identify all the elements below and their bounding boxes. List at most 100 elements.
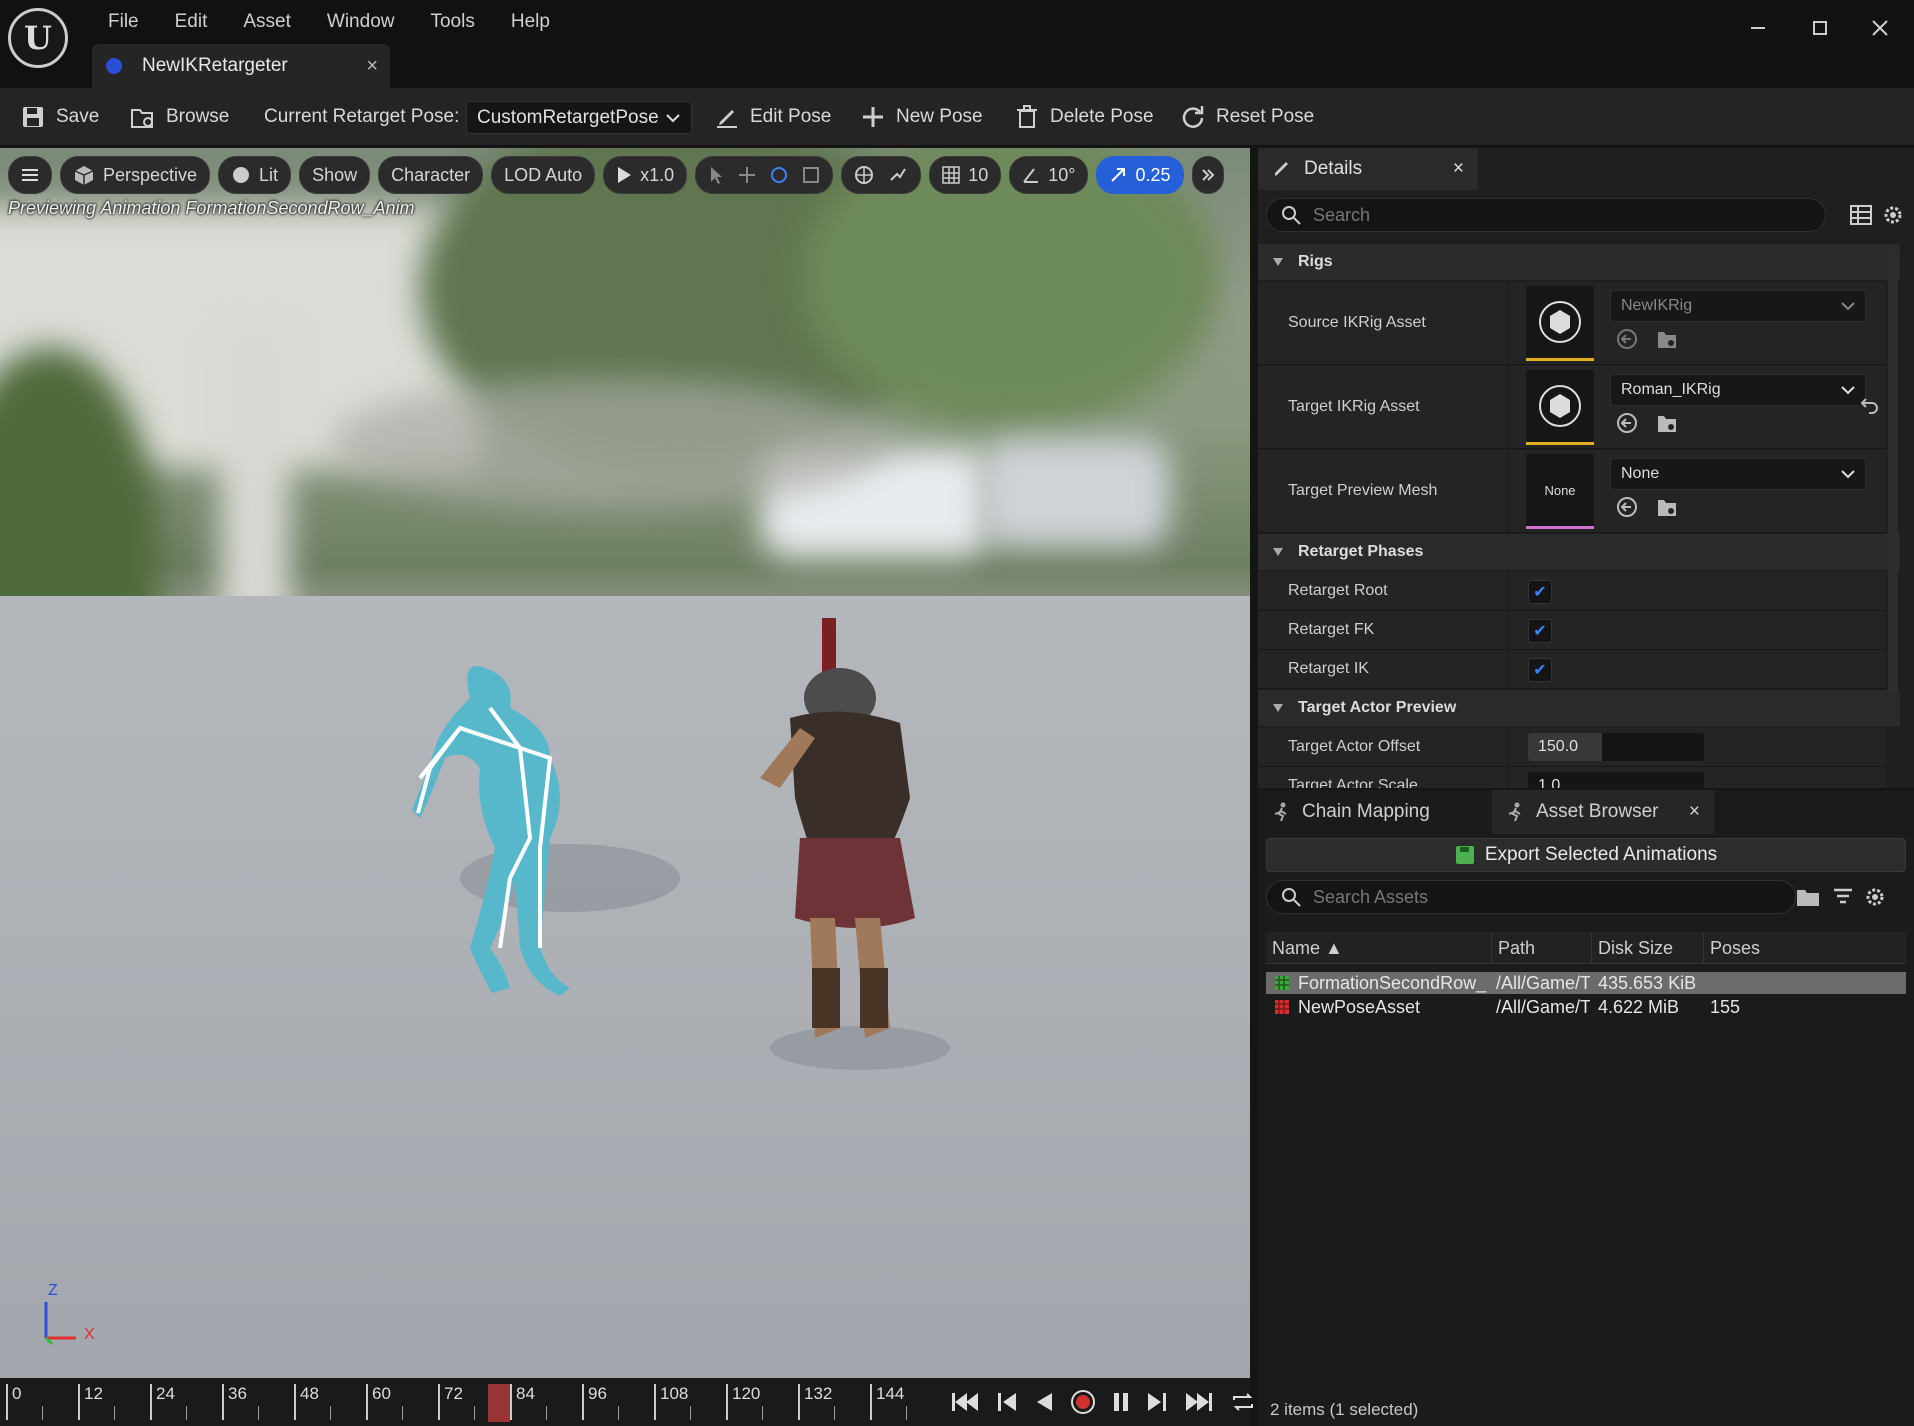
column-poses[interactable]: Poses: [1704, 932, 1814, 964]
target-actor-scale-field[interactable]: 1.0: [1528, 772, 1704, 788]
reset-pose-button[interactable]: Reset Pose: [1180, 88, 1314, 146]
gear-icon[interactable]: [1864, 886, 1886, 908]
tab-asset-browser[interactable]: Asset Browser ×: [1492, 790, 1714, 834]
filter-icon[interactable]: [1832, 886, 1854, 908]
menu-asset[interactable]: Asset: [225, 0, 309, 44]
viewport-options-button[interactable]: [8, 156, 52, 194]
lit-button[interactable]: Lit: [218, 156, 292, 194]
character-label: Character: [391, 164, 471, 185]
save-button[interactable]: Save: [20, 88, 99, 146]
table-row[interactable]: NewPoseAsset /All/Game/Tu 4.622 MiB 155: [1266, 996, 1906, 1018]
character-button[interactable]: Character: [378, 156, 484, 194]
menu-help[interactable]: Help: [493, 0, 568, 44]
more-tools-button[interactable]: [1191, 156, 1224, 194]
skip-to-start-icon[interactable]: [950, 1390, 980, 1414]
lod-button[interactable]: LOD Auto: [491, 156, 596, 194]
tab-chain-mapping[interactable]: Chain Mapping: [1258, 790, 1490, 834]
close-asset-browser-icon[interactable]: ×: [1689, 801, 1700, 823]
details-search-input[interactable]: Search: [1266, 198, 1826, 232]
folder-icon[interactable]: [1796, 886, 1820, 908]
menu-window[interactable]: Window: [309, 0, 413, 44]
table-view-icon[interactable]: [1850, 204, 1872, 226]
close-details-icon[interactable]: ×: [1453, 158, 1464, 180]
retarget-root-checkbox[interactable]: ✔: [1528, 580, 1552, 604]
browse-button[interactable]: Browse: [130, 88, 229, 146]
details-search-placeholder: Search: [1313, 204, 1371, 225]
export-selected-animations-button[interactable]: Export Selected Animations: [1266, 838, 1906, 872]
use-selected-arrow-icon[interactable]: [1616, 412, 1638, 434]
target-ikrig-dropdown[interactable]: Roman_IKRig: [1610, 374, 1866, 406]
current-pose-dropdown[interactable]: CustomRetargetPose: [466, 101, 692, 134]
menu-file[interactable]: File: [90, 0, 157, 44]
source-ikrig-dropdown[interactable]: NewIKRig: [1610, 290, 1866, 322]
details-tab[interactable]: Details ×: [1258, 148, 1478, 190]
use-selected-arrow-icon[interactable]: [1616, 328, 1638, 350]
asset-count-status: 2 items (1 selected): [1270, 1400, 1419, 1419]
target-ikrig-thumbnail[interactable]: [1526, 370, 1594, 445]
gear-icon[interactable]: [1882, 204, 1904, 226]
details-scrollbar[interactable]: [1888, 248, 1898, 694]
play-reverse-icon[interactable]: [1034, 1390, 1054, 1414]
document-tab[interactable]: NewIKRetargeter ×: [92, 44, 390, 88]
play-rate-button[interactable]: x1.0: [603, 156, 688, 194]
close-tab-icon[interactable]: ×: [366, 55, 378, 78]
retarget-ik-checkbox[interactable]: ✔: [1528, 658, 1552, 682]
timeline-minor-tick: [546, 1406, 547, 1420]
target-actor-offset-field[interactable]: 150.0: [1528, 733, 1704, 761]
timeline-ruler[interactable]: 0 12 24 36 48 60 72 84 96 108 120 132 144: [6, 1378, 926, 1426]
loop-icon[interactable]: [1230, 1390, 1256, 1414]
source-ikrig-row: Source IKRig Asset NewIKRig: [1258, 282, 1886, 365]
step-back-icon[interactable]: [996, 1390, 1018, 1414]
world-space-icon[interactable]: [854, 165, 874, 185]
select-arrow-icon[interactable]: [708, 166, 724, 184]
timeline-bar[interactable]: 0 12 24 36 48 60 72 84 96 108 120 132 144: [0, 1378, 1253, 1426]
browse-asset-icon[interactable]: [1656, 412, 1678, 434]
retarget-fk-checkbox[interactable]: ✔: [1528, 619, 1552, 643]
maximize-icon[interactable]: [1790, 6, 1850, 50]
column-path[interactable]: Path: [1492, 932, 1592, 964]
edit-pose-button[interactable]: Edit Pose: [714, 88, 831, 146]
skip-to-end-icon[interactable]: [1184, 1390, 1214, 1414]
record-icon[interactable]: [1070, 1389, 1096, 1415]
delete-pose-button[interactable]: Delete Pose: [1014, 88, 1154, 146]
rotation-snap-button[interactable]: 10°: [1009, 156, 1089, 194]
step-forward-icon[interactable]: [1146, 1390, 1168, 1414]
playhead[interactable]: [488, 1384, 510, 1422]
unreal-logo-icon[interactable]: U: [8, 8, 68, 68]
pause-icon[interactable]: [1112, 1390, 1130, 1414]
asset-name: FormationSecondRow_: [1298, 973, 1487, 993]
minimize-icon[interactable]: [1728, 6, 1788, 50]
column-disk-size[interactable]: Disk Size: [1592, 932, 1704, 964]
scale-snap-button[interactable]: 0.25: [1096, 156, 1184, 194]
table-row[interactable]: FormationSecondRow_ /All/Game/Tu 435.653…: [1266, 972, 1906, 994]
source-ikrig-thumbnail[interactable]: [1526, 286, 1594, 361]
retarget-phases-title: Retarget Phases: [1298, 543, 1424, 560]
target-preview-mesh-dropdown[interactable]: None: [1610, 458, 1866, 490]
target-actor-preview-section-header[interactable]: Target Actor Preview: [1258, 690, 1900, 726]
rigs-section-header[interactable]: Rigs: [1258, 244, 1900, 280]
show-button[interactable]: Show: [299, 156, 371, 194]
search-assets-input[interactable]: Search Assets: [1266, 880, 1796, 914]
translate-icon[interactable]: [738, 166, 756, 184]
scale-snap-value: 0.25: [1135, 164, 1171, 185]
browse-asset-icon[interactable]: [1656, 496, 1678, 518]
close-window-icon[interactable]: [1850, 6, 1910, 50]
timeline-tick-label: 84: [510, 1384, 535, 1420]
menu-tools[interactable]: Tools: [412, 0, 492, 44]
scale-icon[interactable]: [802, 166, 820, 184]
perspective-button[interactable]: Perspective: [60, 156, 211, 194]
timeline-minor-tick: [186, 1406, 187, 1420]
target-preview-mesh-thumbnail[interactable]: None: [1526, 454, 1594, 529]
menu-edit[interactable]: Edit: [157, 0, 226, 44]
browse-asset-icon[interactable]: [1656, 328, 1678, 350]
retarget-phases-section-header[interactable]: Retarget Phases: [1258, 534, 1900, 570]
grid-snap-button[interactable]: 10: [929, 156, 1002, 194]
new-pose-button[interactable]: New Pose: [860, 88, 983, 146]
preview-viewport[interactable]: Perspective Lit Show Character LOD Auto …: [0, 148, 1250, 1378]
surface-snap-icon[interactable]: [888, 165, 908, 185]
reset-to-default-icon[interactable]: [1860, 396, 1880, 414]
use-selected-arrow-icon[interactable]: [1616, 496, 1638, 518]
rotate-icon[interactable]: [770, 166, 788, 184]
target-preview-mesh-actions: [1616, 496, 1678, 518]
column-name[interactable]: Name ▲: [1266, 932, 1492, 964]
